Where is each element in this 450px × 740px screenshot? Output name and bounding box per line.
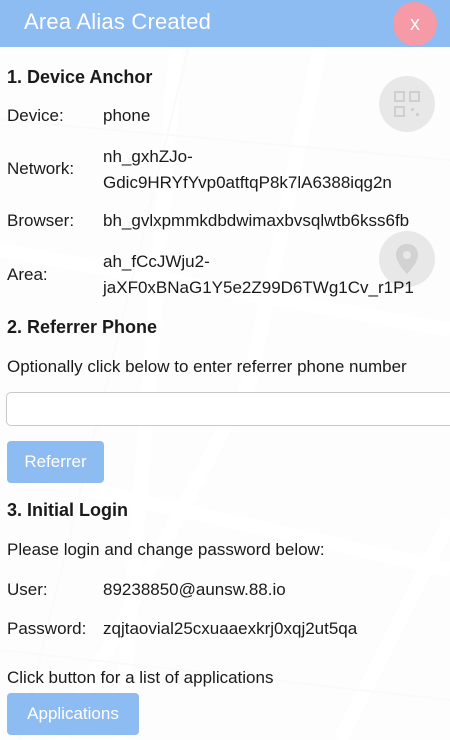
referrer-heading: 2. Referrer Phone xyxy=(7,317,158,337)
area-label: Area: xyxy=(7,265,48,284)
referrer-button[interactable]: Referrer xyxy=(7,441,104,483)
referrer-instruction: Optionally click below to enter referrer… xyxy=(7,357,407,376)
password-value: zqjtaovial25cxuaaexkrj0xqj2ut5qa xyxy=(103,619,358,638)
dialog-content: 1. Device Anchor Device: phone Network: … xyxy=(0,47,450,740)
device-label: Device: xyxy=(7,106,64,125)
applications-instruction: Click button for a list of applications xyxy=(7,668,274,687)
device-anchor-heading: 1. Device Anchor xyxy=(7,67,153,87)
close-button[interactable]: x xyxy=(393,2,437,46)
applications-button[interactable]: Applications xyxy=(7,693,139,735)
close-icon: x xyxy=(410,12,420,35)
initial-login-heading: 3. Initial Login xyxy=(7,500,128,520)
password-label: Password: xyxy=(7,619,87,638)
network-label: Network: xyxy=(7,159,75,178)
login-instruction: Please login and change password below: xyxy=(7,540,325,559)
user-label: User: xyxy=(7,580,48,599)
area-value-line1: ah_fCcJWju2- xyxy=(103,252,210,271)
network-value-line1: nh_gxhZJo- xyxy=(103,147,193,166)
dialog-header: Area Alias Created x xyxy=(0,0,450,47)
referrer-phone-input[interactable] xyxy=(6,392,450,426)
network-value-line2: Gdic9HRYfYvp0atftqP8k7lA6388iqg2n xyxy=(103,173,392,192)
user-value: 89238850@aunsw.88.io xyxy=(103,580,286,599)
browser-value: bh_gvlxpmmkdbdwimaxbvsqlwtb6kss6fb xyxy=(103,211,410,230)
referrer-button-label: Referrer xyxy=(24,452,87,471)
device-value: phone xyxy=(103,106,151,125)
dialog-title: Area Alias Created xyxy=(24,9,212,34)
area-value-line2: jaXF0xBNaG1Y5e2Z99D6TWg1Cv_r1P1 xyxy=(103,278,414,297)
browser-label: Browser: xyxy=(7,211,75,230)
applications-button-label: Applications xyxy=(27,704,119,723)
